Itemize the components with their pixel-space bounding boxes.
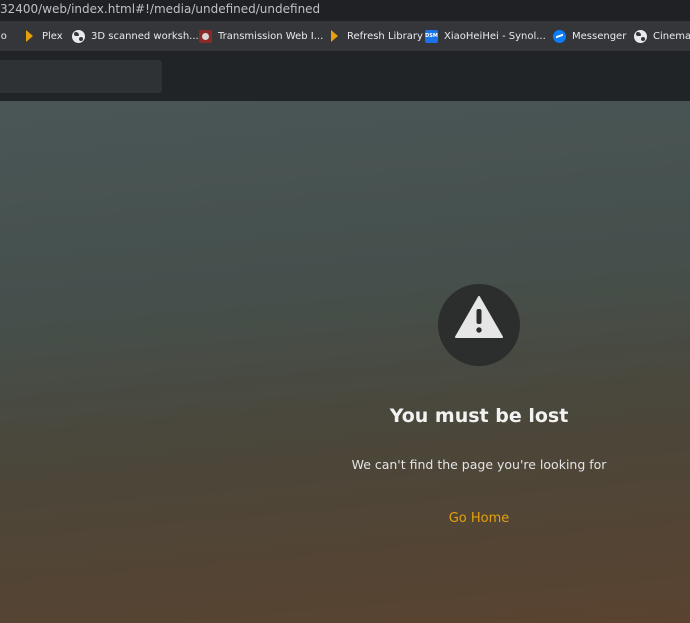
messenger-icon: [553, 29, 566, 43]
bookmark-label: Cinema -: [653, 30, 690, 42]
bookmark-transmission[interactable]: Transmission Web I...: [199, 21, 323, 51]
bookmark-cinema[interactable]: Cinema -: [634, 21, 690, 51]
url-text[interactable]: 32400/web/index.html#!/media/undefined/u…: [0, 2, 320, 16]
bookmark-label: Transmission Web I...: [218, 30, 324, 42]
bookmark-label: 3D scanned worksh...: [91, 30, 199, 42]
bookmark-synology[interactable]: DSM XiaoHeiHei - Synol...: [425, 21, 546, 51]
bookmark-messenger[interactable]: Messenger: [553, 21, 626, 51]
bookmark-3d-scanned[interactable]: 3D scanned worksh...: [72, 21, 199, 51]
plex-icon: [23, 30, 36, 43]
error-page: You must be lost We can't find the page …: [0, 101, 690, 623]
bookmark-label: lo: [0, 30, 7, 42]
error-title: You must be lost: [389, 405, 569, 427]
search-input[interactable]: [0, 60, 162, 93]
bookmark-label: Refresh Library: [347, 30, 423, 42]
bookmark-item[interactable]: lo: [0, 21, 7, 51]
plex-icon: [328, 30, 341, 43]
go-home-link[interactable]: Go Home: [419, 511, 539, 526]
globe-icon: [72, 29, 85, 43]
bookmark-label: Messenger: [572, 30, 627, 42]
globe-icon: [634, 29, 647, 43]
address-bar[interactable]: 32400/web/index.html#!/media/undefined/u…: [0, 0, 690, 21]
error-message: We can't find the page you're looking fo…: [351, 457, 607, 472]
bookmark-plex[interactable]: Plex: [23, 21, 63, 51]
warning-icon: [455, 296, 503, 338]
bookmark-label: XiaoHeiHei - Synol...: [444, 30, 546, 42]
bookmark-refresh-library[interactable]: Refresh Library: [328, 21, 423, 51]
bookmark-label: Plex: [42, 30, 63, 42]
dsm-icon: DSM: [425, 29, 438, 43]
alert-badge: [438, 284, 520, 366]
transmission-icon: [199, 29, 212, 43]
bookmarks-bar: lo Plex 3D scanned worksh... Transmissio…: [0, 21, 690, 51]
app-header: [0, 51, 690, 101]
